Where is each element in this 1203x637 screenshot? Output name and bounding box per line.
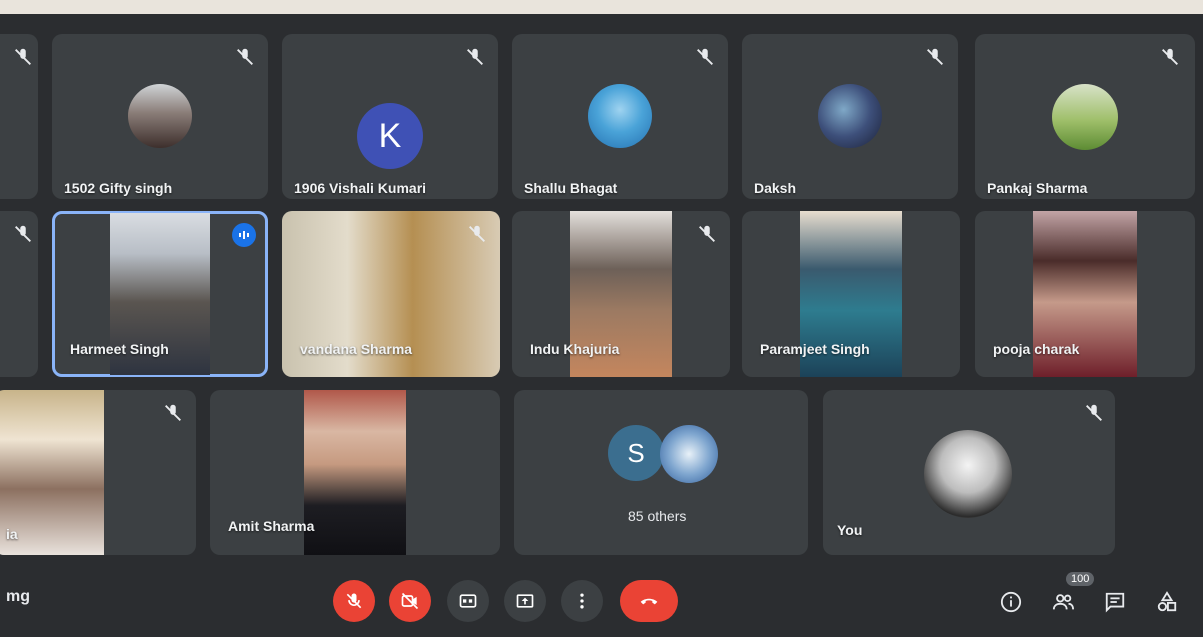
participant-tile[interactable]: Daksh <box>742 34 958 199</box>
participant-name: Amit Sharma <box>228 518 315 534</box>
present-screen-icon <box>516 594 534 608</box>
mic-off-icon <box>1159 46 1181 68</box>
leave-call-button[interactable] <box>620 580 678 622</box>
participant-name: You <box>837 522 863 538</box>
mic-off-icon <box>162 402 184 424</box>
people-button[interactable] <box>1048 587 1078 617</box>
present-now-button[interactable] <box>504 580 546 622</box>
self-tile[interactable]: You <box>823 390 1115 555</box>
info-icon <box>1000 591 1022 613</box>
meeting-code: mg <box>6 588 30 605</box>
participant-name: vandana Sharma <box>300 341 413 357</box>
participant-name: pooja charak <box>993 341 1080 357</box>
participant-name: 1502 Gifty singh <box>64 180 173 196</box>
participant-name: Pankaj Sharma <box>987 180 1088 196</box>
speaking-indicator-icon <box>232 223 256 247</box>
chat-icon <box>1105 592 1125 613</box>
participant-tile[interactable]: K 1906 Vishali Kumari <box>282 34 498 199</box>
participant-tile[interactable]: Indu Khajuria <box>512 211 730 377</box>
participant-name: Indu Khajuria <box>530 341 620 357</box>
participant-tile[interactable]: Amit Sharma <box>210 390 500 555</box>
participant-name: 1906 Vishali Kumari <box>294 180 427 196</box>
meeting-details-button[interactable] <box>996 587 1026 617</box>
closed-caption-icon <box>459 594 477 608</box>
others-count-label: 85 others <box>628 508 687 524</box>
participant-name: Daksh <box>754 180 797 196</box>
participant-tile[interactable]: ia <box>0 390 196 555</box>
avatar: K <box>357 103 423 169</box>
camera-toggle-button[interactable] <box>389 580 431 622</box>
avatar <box>588 84 652 148</box>
more-vert-icon <box>580 593 584 609</box>
mic-off-icon <box>694 46 716 68</box>
mic-off-icon <box>466 223 488 245</box>
mic-off-icon <box>1083 402 1105 424</box>
participant-tile[interactable]: Paramjeet Singh <box>742 211 960 377</box>
participant-tile[interactable]: Pankaj Sharma <box>975 34 1195 199</box>
participant-video <box>304 390 406 555</box>
videocam-off-icon <box>401 592 419 610</box>
mic-off-icon <box>464 46 486 68</box>
participant-tile-active-speaker[interactable]: Harmeet Singh <box>52 211 268 377</box>
avatar <box>924 430 1012 518</box>
mic-off-icon <box>696 223 718 245</box>
mic-off-icon <box>346 593 362 609</box>
chat-button[interactable] <box>1100 587 1130 617</box>
participant-tile[interactable]: 1502 Gifty singh <box>52 34 268 199</box>
microphone-toggle-button[interactable] <box>333 580 375 622</box>
participant-tile[interactable]: Shallu Bhagat <box>512 34 728 199</box>
participant-count-badge: 100 <box>1066 572 1095 586</box>
participant-tile[interactable]: vandana Sharma <box>282 211 500 377</box>
people-icon <box>1052 594 1074 610</box>
participant-tile-partial[interactable] <box>0 211 38 377</box>
avatar <box>1052 84 1118 150</box>
participant-name: Shallu Bhagat <box>524 180 618 196</box>
avatar <box>660 425 718 483</box>
captions-button[interactable] <box>447 580 489 622</box>
mic-off-icon <box>12 46 34 68</box>
others-tile[interactable]: S 85 others <box>514 390 808 555</box>
meeting-stage: 1502 Gifty singh K 1906 Vishali Kumari S… <box>0 14 1203 637</box>
participant-name: Harmeet Singh <box>70 341 169 357</box>
avatar: S <box>608 425 664 481</box>
activities-button[interactable] <box>1152 587 1182 617</box>
mic-off-icon <box>12 223 34 245</box>
participant-name: ia <box>6 526 18 542</box>
more-options-button[interactable] <box>561 580 603 622</box>
mic-off-icon <box>234 46 256 68</box>
call-end-icon <box>640 598 658 605</box>
participant-tile[interactable]: pooja charak <box>975 211 1195 377</box>
avatar <box>128 84 192 148</box>
mic-off-icon <box>924 46 946 68</box>
avatar <box>818 84 882 148</box>
participant-tile-partial[interactable] <box>0 34 38 199</box>
activities-icon <box>1157 591 1177 612</box>
participant-name: Paramjeet Singh <box>760 341 870 357</box>
